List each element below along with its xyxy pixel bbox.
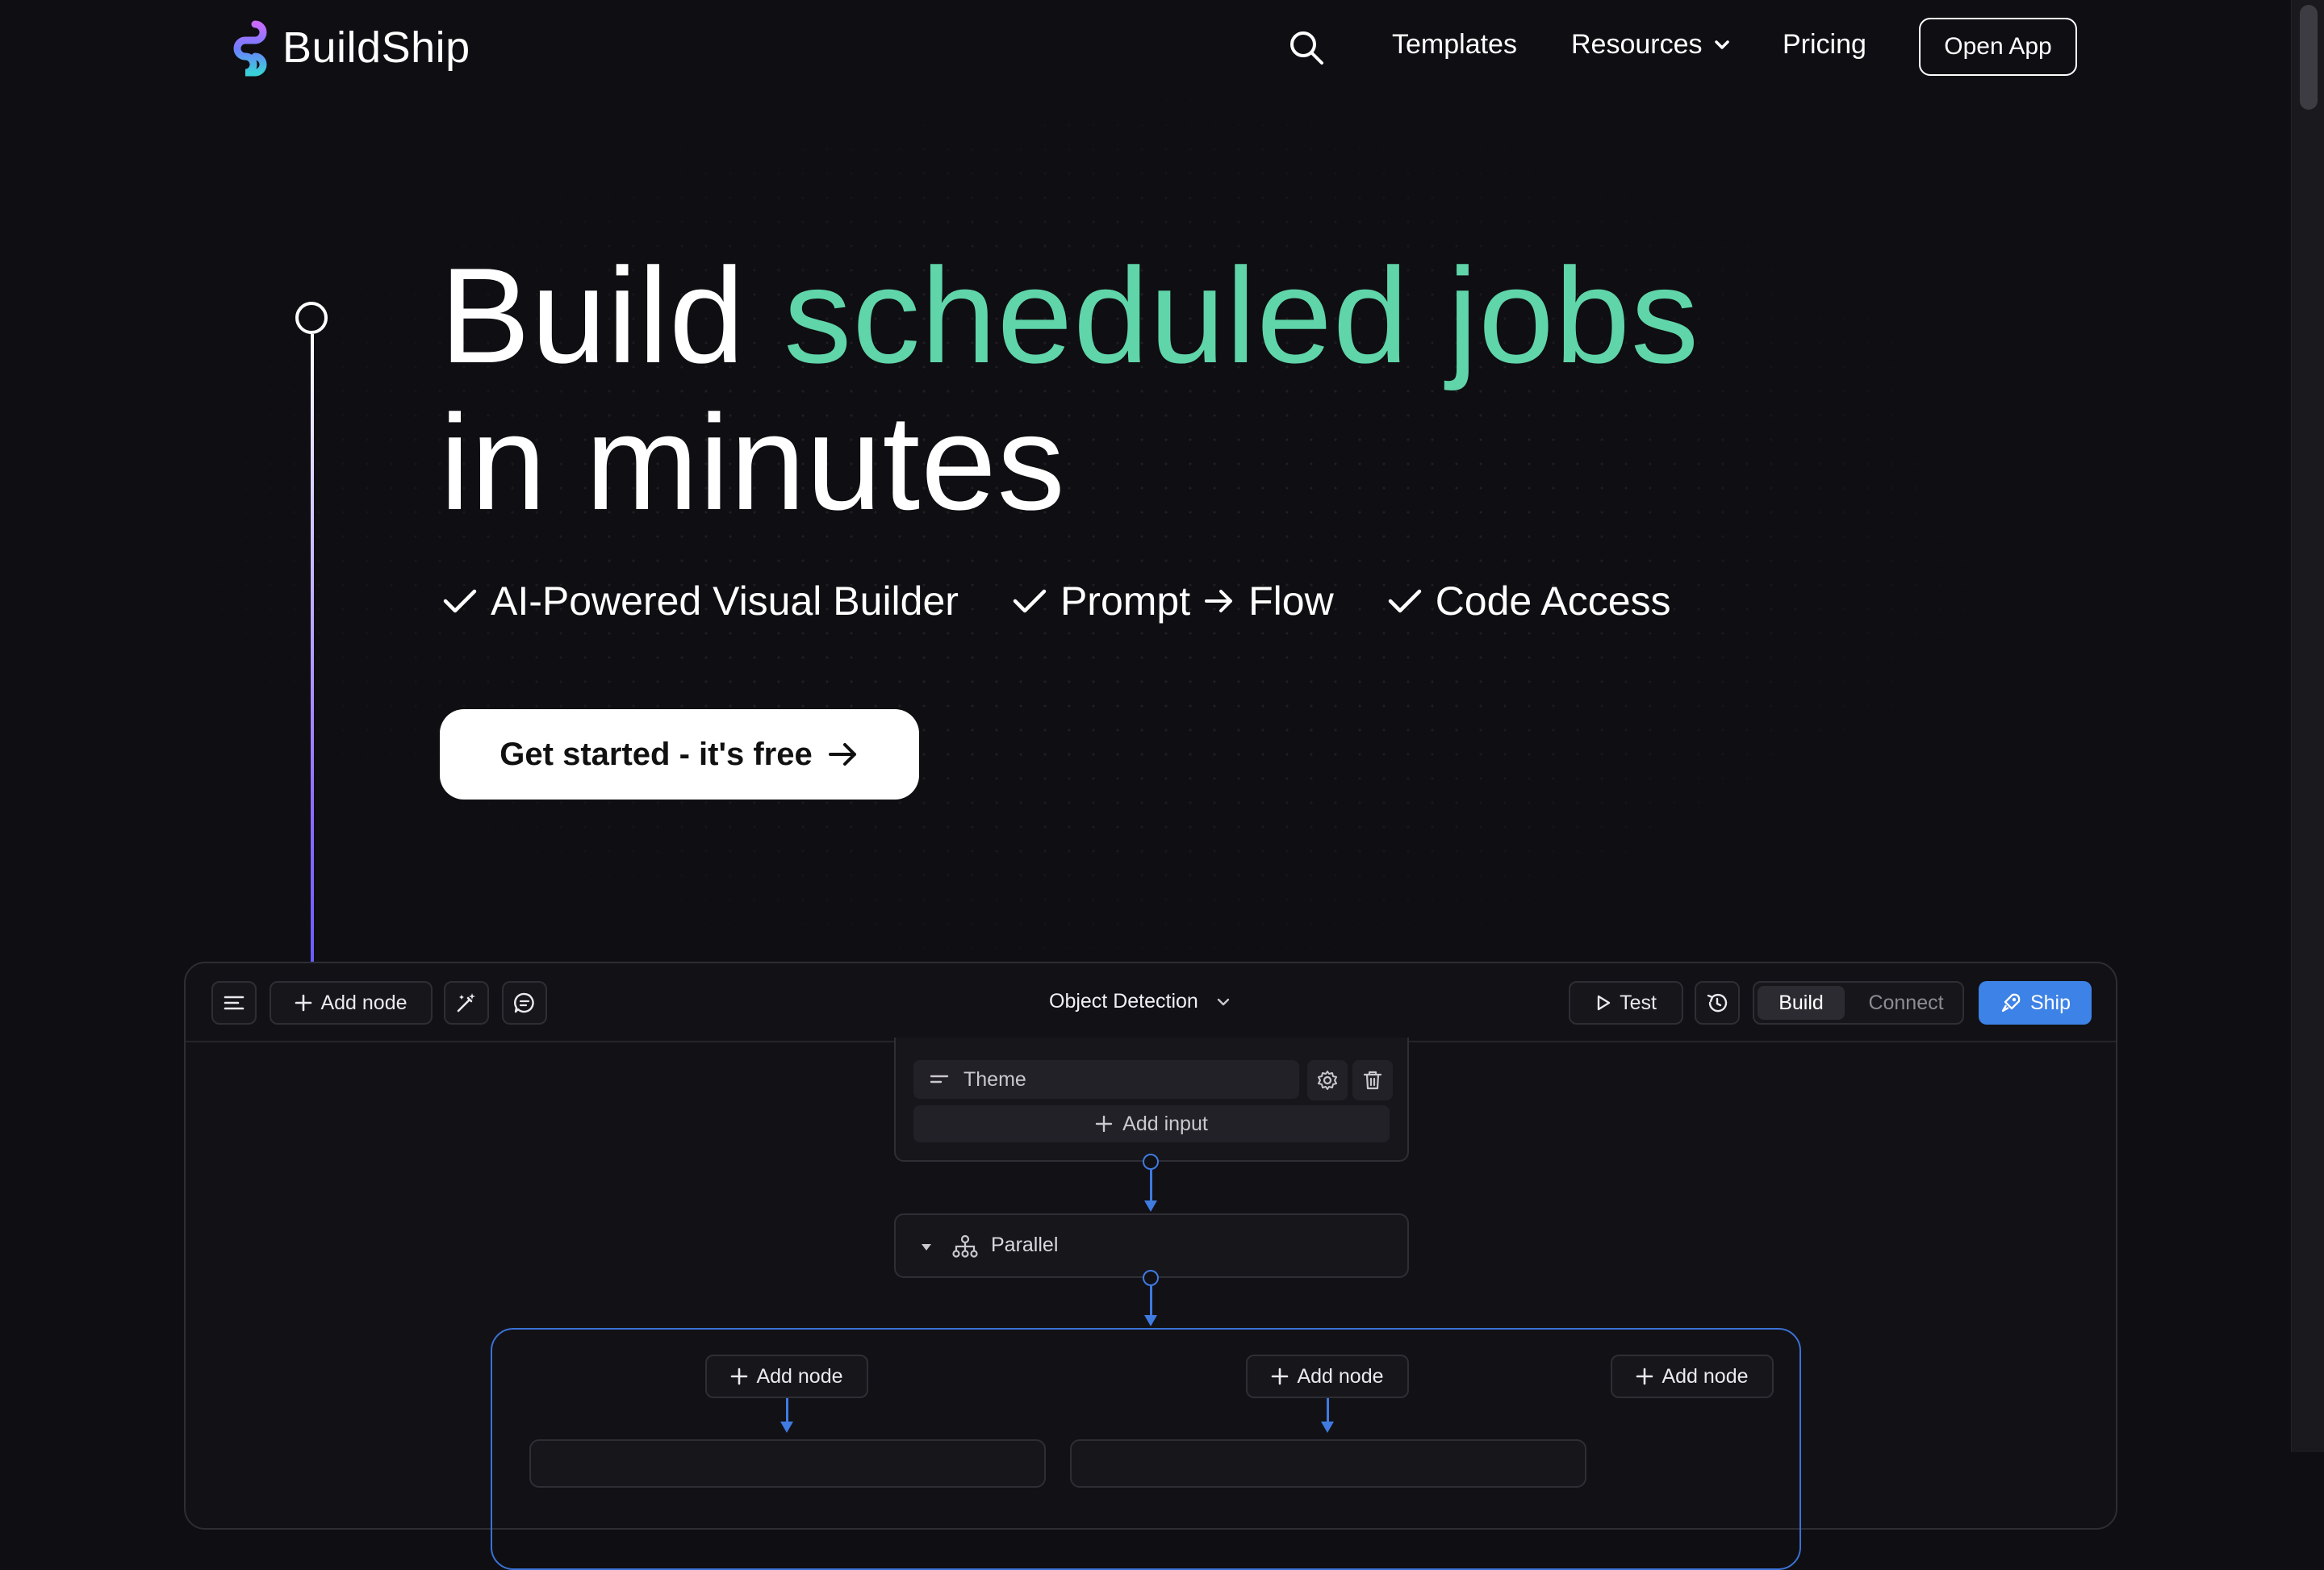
hero-title-part2: in minutes [440, 386, 1066, 538]
check-icon [1013, 589, 1047, 613]
connector-dot[interactable] [1143, 1154, 1159, 1170]
buildship-logo-icon [233, 20, 267, 77]
build-connect-toggle: Build Connect [1753, 981, 1964, 1025]
hero-title-accent: scheduled jobs [784, 240, 1700, 391]
connector-arrow [1144, 1315, 1157, 1326]
search-icon[interactable] [1288, 29, 1325, 66]
connector-arrow [1144, 1200, 1157, 1212]
branch-add-node-button[interactable]: Add node [1246, 1355, 1409, 1398]
plus-icon [1095, 1115, 1113, 1133]
hero-title-part1: Build [440, 240, 746, 391]
feature-list: AI-Powered Visual Builder Prompt Flow Co… [442, 578, 1671, 624]
arrow-right-icon [1205, 590, 1233, 612]
scrollbar-track[interactable] [2291, 0, 2324, 1452]
field-delete-button[interactable] [1352, 1060, 1393, 1100]
connector-line [1150, 1170, 1152, 1200]
add-input-label: Add input [1122, 1112, 1208, 1135]
parallel-label: Parallel [991, 1234, 1059, 1256]
history-button[interactable] [1695, 981, 1740, 1025]
ship-button[interactable]: Ship [1979, 981, 2092, 1025]
connector-line [786, 1398, 788, 1422]
branch-add-node-button[interactable]: Add node [705, 1355, 868, 1398]
feature-label: Code Access [1435, 578, 1671, 624]
theme-field-label: Theme [963, 1067, 1026, 1091]
feature-item: Code Access [1387, 578, 1671, 624]
menu-lines-icon [224, 996, 245, 1010]
nav-link-resources[interactable]: Resources [1571, 29, 1730, 61]
menu-button[interactable] [211, 981, 257, 1025]
get-started-label: Get started - it's free [499, 736, 813, 772]
check-icon [443, 589, 477, 613]
app-toolbar: Add node Object Detection Test Build Con… [186, 963, 2116, 1042]
connect-tab[interactable]: Connect [1851, 986, 1961, 1020]
arrow-right-icon [828, 743, 856, 766]
branch-icon [952, 1234, 978, 1258]
nav-link-templates[interactable]: Templates [1392, 29, 1517, 61]
flow-selector[interactable]: Object Detection [1049, 990, 1231, 1013]
test-button[interactable]: Test [1569, 981, 1683, 1025]
brand-name: BuildShip [282, 23, 470, 72]
timeline-line [311, 334, 314, 963]
magic-wand-icon [457, 993, 475, 1013]
text-lines-icon [930, 1075, 949, 1084]
trash-icon [1363, 1071, 1382, 1090]
input-node: Theme Add input [894, 1038, 1409, 1162]
chevron-down-icon [1217, 998, 1230, 1005]
connector-arrow [780, 1422, 793, 1433]
connector-dot[interactable] [1143, 1270, 1159, 1286]
plus-icon [295, 994, 312, 1012]
nav-link-resources-label: Resources [1571, 29, 1703, 60]
add-node-button[interactable]: Add node [270, 981, 433, 1025]
chat-bubble-icon [514, 992, 534, 1013]
open-app-button[interactable]: Open App [1919, 18, 2077, 76]
connector-line [1150, 1286, 1152, 1315]
build-tab[interactable]: Build [1758, 986, 1845, 1020]
field-settings-button[interactable] [1307, 1060, 1348, 1100]
brand-logo[interactable]: BuildShip [228, 18, 470, 77]
feature-label: AI-Powered Visual Builder [491, 578, 959, 624]
branch-node[interactable] [1070, 1439, 1586, 1488]
plus-icon [1636, 1367, 1653, 1385]
plus-icon [731, 1367, 748, 1385]
feature-label: Prompt [1060, 578, 1191, 624]
theme-input-field[interactable]: Theme [913, 1060, 1299, 1099]
ship-label: Ship [2029, 991, 2071, 1014]
check-icon [1388, 589, 1421, 613]
add-node-label: Add node [1297, 1364, 1384, 1388]
chat-button[interactable] [502, 981, 547, 1025]
parallel-node[interactable]: Parallel [894, 1213, 1409, 1278]
test-label: Test [1620, 991, 1657, 1014]
hero-title: Build scheduled jobs in minutes [440, 242, 1699, 536]
add-node-label: Add node [1661, 1364, 1749, 1388]
connector-line [1327, 1398, 1329, 1422]
timeline-dot [295, 302, 328, 334]
history-icon [1707, 993, 1728, 1013]
top-navbar: BuildShip Templates Resources Pricing Op… [0, 0, 2292, 95]
feature-label: Flow [1248, 578, 1334, 624]
plus-icon [1272, 1367, 1289, 1385]
connector-arrow [1321, 1422, 1334, 1433]
flow-name: Object Detection [1049, 990, 1198, 1013]
gear-icon [1318, 1071, 1337, 1090]
get-started-button[interactable]: Get started - it's free [440, 709, 919, 800]
nav-link-pricing[interactable]: Pricing [1783, 29, 1866, 61]
branch-add-node-button[interactable]: Add node [1611, 1355, 1774, 1398]
scrollbar-thumb[interactable] [2300, 5, 2318, 110]
branch-node[interactable] [529, 1439, 1046, 1488]
feature-item: Prompt Flow [1012, 578, 1334, 624]
add-node-label: Add node [756, 1364, 843, 1388]
rocket-icon [2001, 993, 2021, 1013]
add-input-button[interactable]: Add input [913, 1105, 1390, 1142]
add-node-label: Add node [320, 991, 408, 1014]
feature-item: AI-Powered Visual Builder [442, 578, 959, 624]
caret-down-icon [922, 1244, 931, 1251]
play-icon [1597, 995, 1611, 1011]
chevron-down-icon [1714, 40, 1729, 49]
ai-wand-button[interactable] [444, 981, 489, 1025]
